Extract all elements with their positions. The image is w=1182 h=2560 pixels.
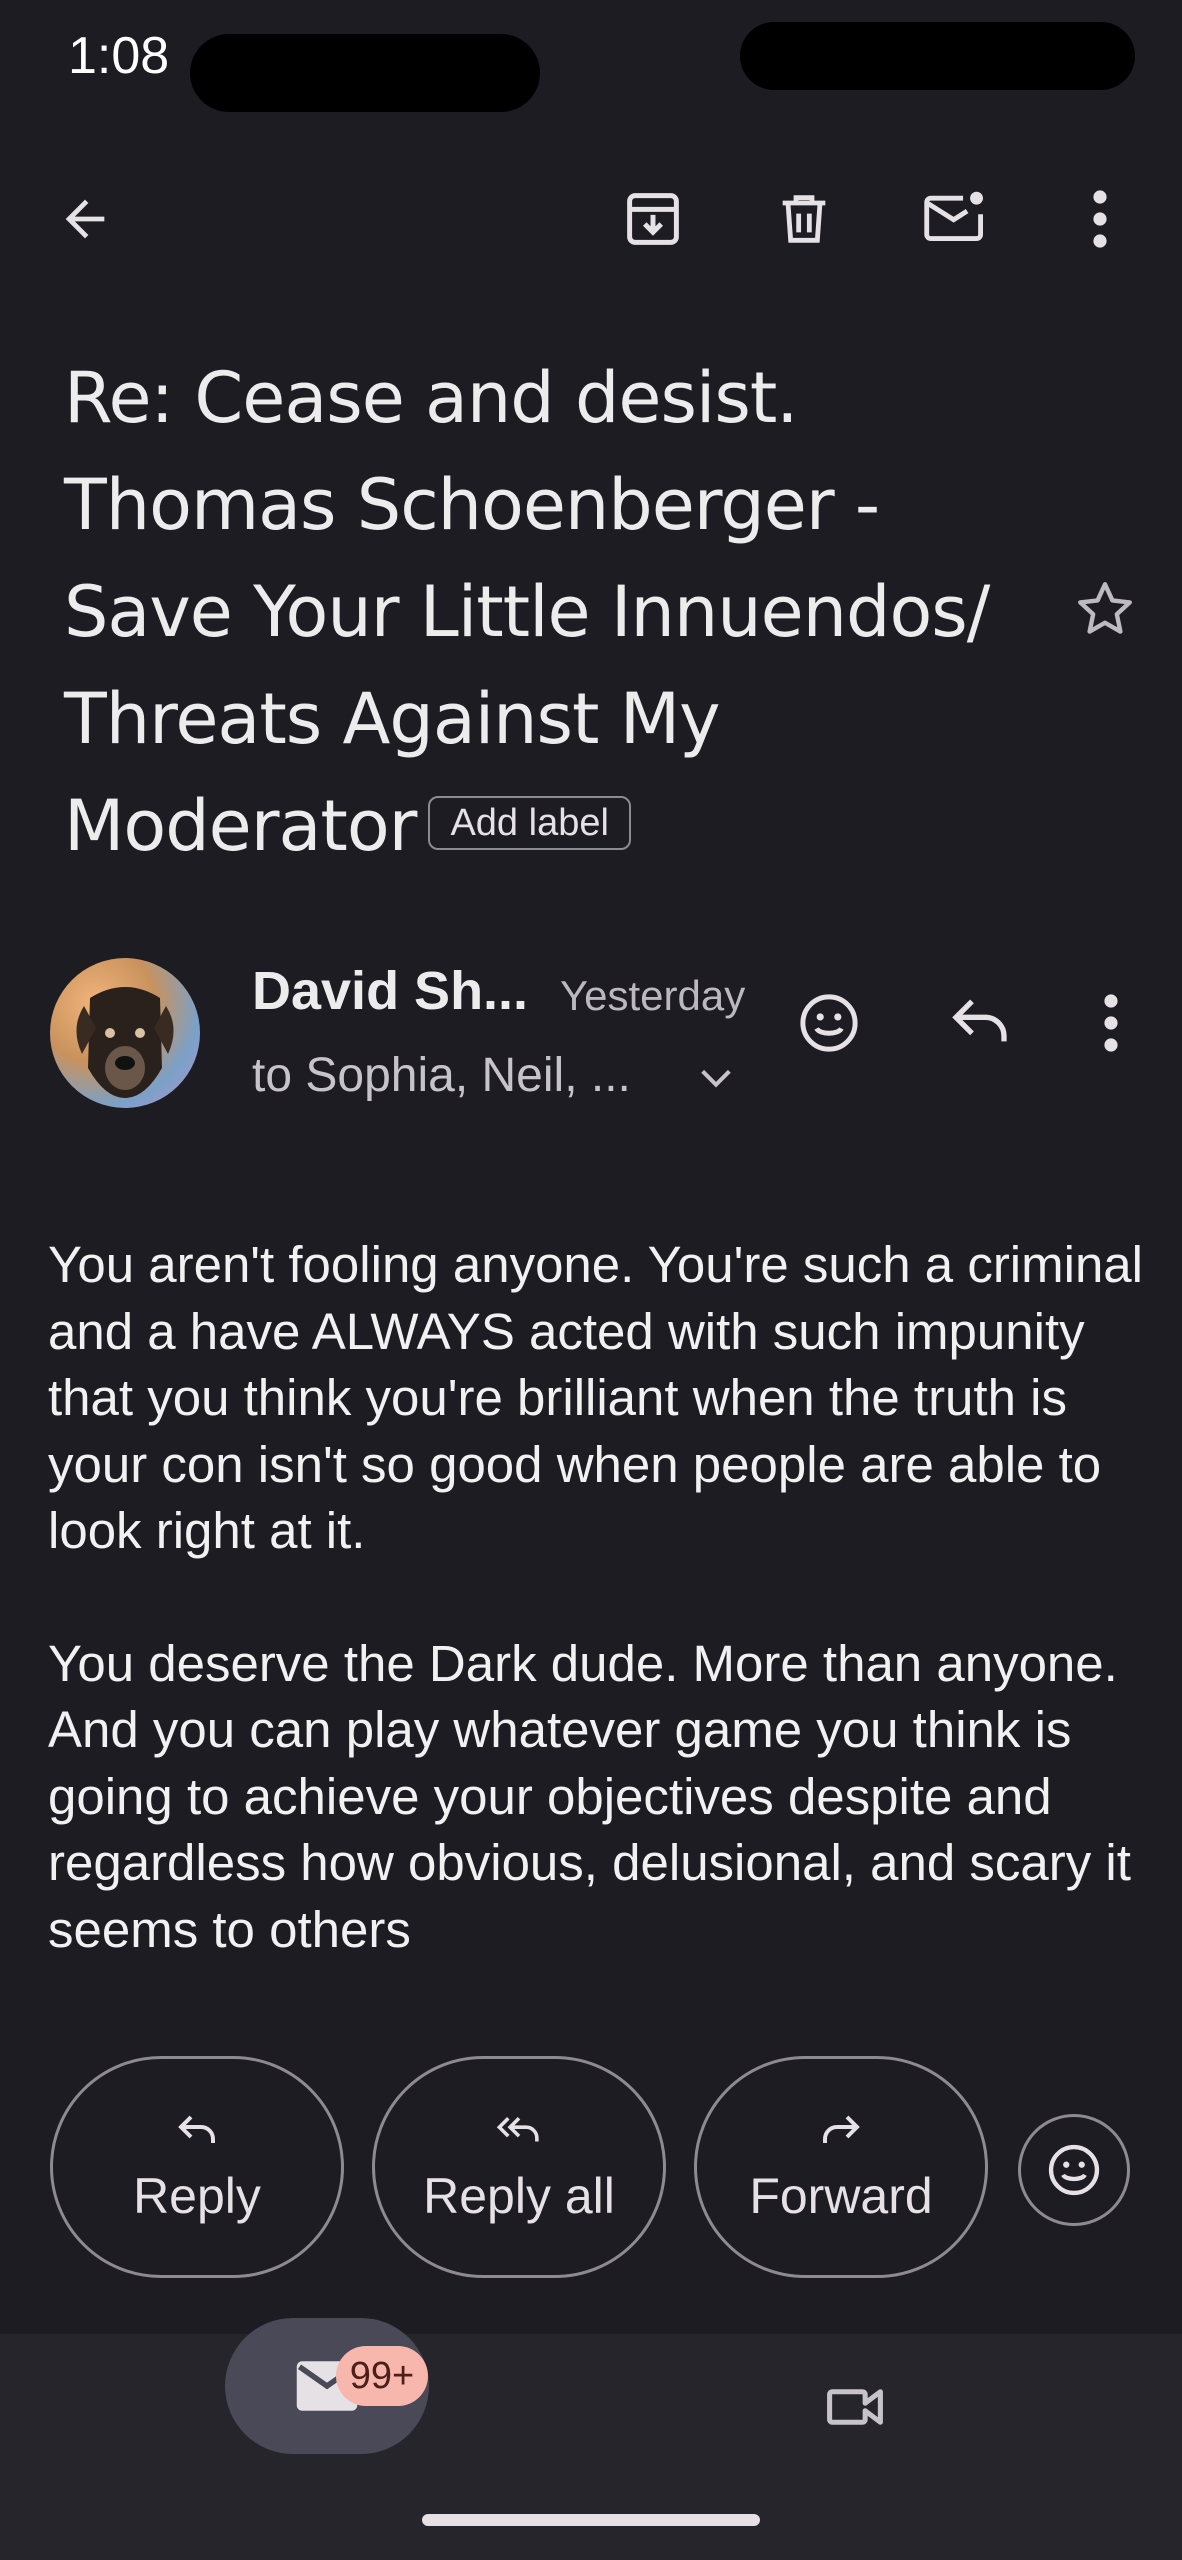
reply-icon xyxy=(178,2115,215,2143)
archive-icon[interactable] xyxy=(620,186,686,252)
home-indicator[interactable] xyxy=(422,2514,760,2526)
recipients[interactable]: to Sophia, Neil, ... xyxy=(252,1048,631,1103)
more-vert-icon[interactable] xyxy=(1082,186,1118,252)
message-date: Yesterday xyxy=(560,972,746,1019)
trash-icon[interactable] xyxy=(772,186,836,252)
reply-all-label: Reply all xyxy=(423,2168,615,2224)
mail-unread-badge: 99+ xyxy=(336,2346,428,2406)
emoji-reaction-icon[interactable] xyxy=(796,990,862,1056)
sender-name[interactable]: David Sh... xyxy=(252,960,528,1022)
forward-label: Forward xyxy=(749,2168,933,2224)
bottom-navigation xyxy=(0,2334,1182,2560)
chevron-down-icon[interactable] xyxy=(696,1062,736,1094)
reply-all-button[interactable]: Reply all xyxy=(372,2056,666,2278)
reply-all-icon xyxy=(496,2117,539,2142)
message-more-icon[interactable] xyxy=(1094,990,1128,1056)
add-label-button[interactable]: Add label xyxy=(428,795,631,850)
subject-line: Thomas Schoenberger - xyxy=(64,464,880,546)
sender-avatar[interactable] xyxy=(50,958,200,1108)
subject-line-last: Moderator Add label xyxy=(64,773,1044,880)
subject-line: Threats Against My xyxy=(64,678,721,760)
emoji-reaction-button[interactable] xyxy=(1018,2114,1130,2226)
back-icon[interactable] xyxy=(56,190,114,248)
redacted-status-icons-right xyxy=(740,22,1135,90)
body-paragraph: You deserve the Dark dude. More than any… xyxy=(48,1634,1131,1958)
subject-line: Save Your Little Innuendos/ xyxy=(64,571,990,653)
status-time: 1:08 xyxy=(68,27,170,85)
reply-label: Reply xyxy=(133,2168,261,2224)
forward-icon xyxy=(823,2115,860,2143)
body-paragraph: You aren't fooling anyone. You're such a… xyxy=(48,1236,1144,1559)
video-icon[interactable] xyxy=(822,2378,888,2436)
subject-line: Re: Cease and desist. xyxy=(64,357,799,439)
mark-unread-icon[interactable] xyxy=(920,184,990,250)
message-body: You aren't fooling anyone. You're such a… xyxy=(48,1232,1148,2004)
reply-icon[interactable] xyxy=(948,992,1012,1048)
reply-button[interactable]: Reply xyxy=(50,2056,344,2278)
emoji-icon xyxy=(1048,2144,1100,2196)
subject-line: Moderator xyxy=(64,785,417,867)
redacted-status-icons-left xyxy=(190,34,540,112)
star-outline-icon[interactable] xyxy=(1072,576,1138,642)
forward-button[interactable]: Forward xyxy=(694,2056,988,2278)
email-subject: Re: Cease and desist. Thomas Schoenberge… xyxy=(64,345,1044,880)
